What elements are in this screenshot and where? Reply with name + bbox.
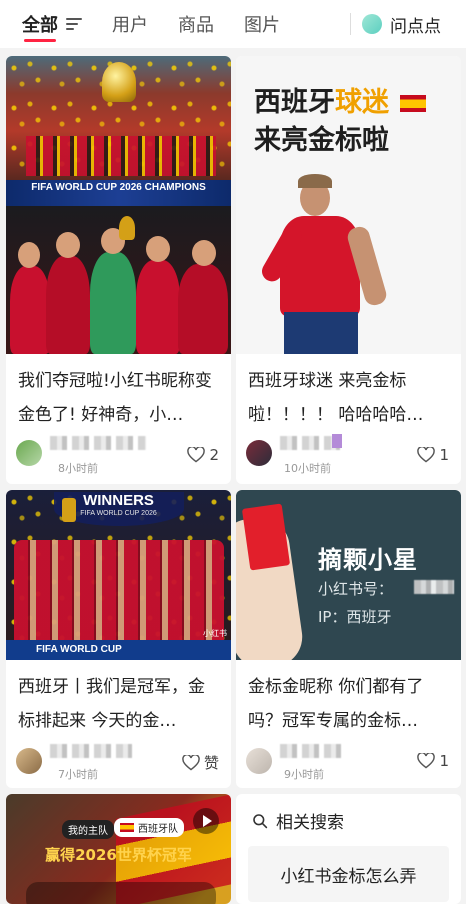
heart-icon [417,753,436,769]
ask-label: 问点点 [390,16,441,37]
related-search-item[interactable]: 小红书金标怎么弄 [248,846,449,902]
related-search-header: 相关搜索 [252,808,344,833]
spain-flag-icon [120,823,134,832]
cover-headline: 赢得2026世界杯冠军 [45,846,192,864]
avatar[interactable] [246,440,272,466]
winners-text: WINNERS [83,492,154,509]
filter-icon[interactable] [66,18,82,30]
cover-text: 来亮金标啦 [254,125,389,156]
note-card[interactable]: 我的主队 西班牙队 赢得2026世界杯冠军 [6,794,231,904]
heart-icon [187,447,206,463]
tab-all[interactable]: 全部 [22,0,82,48]
like-count: 2 [209,446,219,464]
banner-text: FIFA WORLD CUP 2026 [80,510,157,517]
spain-flag-icon [400,95,427,112]
related-search-item-label: 小红书金标怎么弄 [280,866,417,887]
note-cover-image: 我的主队 西班牙队 赢得2026世界杯冠军 [6,794,231,904]
cover-text-highlight: 球迷 [335,87,389,118]
tab-divider [350,13,351,35]
tab-label: 用户 [112,15,148,36]
banner-text: FIFA WORLD CUP 2026 CHAMPIONS [31,182,206,193]
post-time: 7小时前 [58,768,98,781]
post-time: 8小时前 [58,462,98,475]
badge [332,434,342,448]
red-card-icon [241,503,291,571]
note-title: 我们夺冠啦!小红书昵称变金色了! 好神奇，小… [18,371,212,425]
heart-icon [182,754,200,770]
my-team-label: 我的主队 [62,820,114,839]
note-title: 金标金昵称 你们都有了吗？冠军专属的金标… [248,677,424,731]
top-tab-bar: 全部 用户 商品 图片 问点点 [0,0,466,48]
tab-label: 商品 [178,15,214,36]
note-card[interactable]: FIFA WORLD CUP 2026 CHAMPIONS 我们夺冠啦!小红书昵… [6,56,231,484]
note-card[interactable]: 摘颗小星 小红书号： IP：西班牙 金标金昵称 你们都有了吗？冠军专属的金标… … [236,490,461,788]
author-name-blurred[interactable] [280,744,344,758]
watermark-text: 小红书 [203,629,227,638]
tab-products[interactable]: 商品 [178,0,214,48]
note-card[interactable]: WINNERS FIFA WORLD CUP 2026 FIFA WORLD C… [6,490,231,788]
related-search-card: 相关搜索 小红书金标怎么弄 [236,794,461,904]
champions-banner: FIFA WORLD CUP 2026 CHAMPIONS [6,180,231,206]
ask-button[interactable]: 问点点 [362,0,441,48]
note-cover-image: WINNERS FIFA WORLD CUP 2026 FIFA WORLD C… [6,490,231,660]
avatar[interactable] [16,440,42,466]
like-count: 赞 [203,754,219,772]
note-card[interactable]: 西班牙球迷 来亮金标啦 西班牙球迷 来亮金标啦！！！！ 哈哈哈哈… 10小时前 … [236,56,461,484]
search-icon [253,813,268,828]
author-name-blurred[interactable] [50,436,146,450]
team-chip: 西班牙队 [114,818,184,837]
cover-nickname: 摘颗小星 [318,546,418,574]
team-name: 西班牙队 [138,824,178,835]
trophy-icon [62,498,76,522]
like-button[interactable]: 赞 [182,752,219,773]
tab-label: 全部 [22,15,58,36]
tab-images[interactable]: 图片 [244,0,280,48]
like-button[interactable]: 1 [417,752,449,770]
tab-users[interactable]: 用户 [112,0,148,48]
like-button[interactable]: 1 [417,446,449,464]
like-button[interactable]: 2 [187,446,219,464]
note-cover-image: 摘颗小星 小红书号： IP：西班牙 [236,490,461,660]
tab-label: 图片 [244,15,280,36]
post-time: 9小时前 [284,768,324,781]
ask-icon [362,14,382,34]
author-name-blurred[interactable] [50,744,132,758]
post-time: 10小时前 [284,462,331,475]
related-search-title: 相关搜索 [276,813,344,833]
cover-ip-label: IP：西班牙 [318,608,392,626]
trophy-icon [102,62,136,102]
note-cover-image: FIFA WORLD CUP 2026 CHAMPIONS [6,56,231,354]
cover-xhs-id-label: 小红书号： [318,580,394,598]
like-count: 1 [439,446,449,464]
fifa-world-cup-strip: FIFA WORLD CUP [6,640,231,660]
cover-id-blurred [414,580,454,594]
heart-icon [417,447,436,463]
cover-text: 西班牙 [254,87,335,118]
author-name-blurred[interactable] [280,436,340,450]
active-tab-indicator [24,39,56,42]
video-play-icon[interactable] [193,808,219,834]
avatar[interactable] [246,748,272,774]
like-count: 1 [439,752,449,770]
note-title: 西班牙球迷 来亮金标啦！！！！ 哈哈哈哈… [248,371,424,425]
note-title: 西班牙丨我们是冠军，金标排起来 今天的金… [18,677,205,731]
avatar[interactable] [16,748,42,774]
note-cover-image: 西班牙球迷 来亮金标啦 [236,56,461,354]
